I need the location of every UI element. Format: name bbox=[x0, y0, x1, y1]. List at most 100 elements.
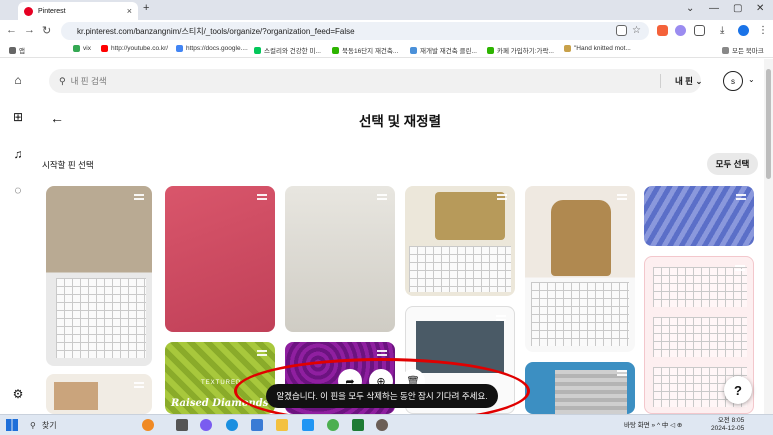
extension-icon[interactable] bbox=[657, 25, 668, 36]
drag-handle-icon[interactable] bbox=[617, 194, 627, 200]
drag-handle-icon[interactable] bbox=[496, 315, 506, 321]
browser-tab-strip: Pinterest × + ⌄ — ▢ ✕ bbox=[0, 0, 773, 20]
pattern-chart-image bbox=[653, 267, 747, 307]
pin-card[interactable] bbox=[165, 186, 275, 332]
bookmark-vix[interactable]: vix bbox=[73, 45, 91, 52]
pattern-chart-image bbox=[531, 282, 629, 346]
excel-icon[interactable] bbox=[352, 419, 364, 431]
bookmark-redevelop[interactable]: 북동16단지 재건축... bbox=[332, 45, 398, 55]
pin-card[interactable] bbox=[285, 186, 395, 332]
scrollbar-thumb[interactable] bbox=[766, 69, 771, 179]
pinterest-favicon-icon bbox=[24, 6, 33, 16]
windows-start-icon[interactable] bbox=[6, 419, 18, 431]
drag-handle-icon[interactable] bbox=[735, 265, 745, 271]
pattern-chart-image bbox=[56, 278, 146, 358]
pattern-chart-image bbox=[409, 246, 511, 292]
bookmark-apps[interactable]: 앱 bbox=[9, 45, 25, 55]
page-scrollbar[interactable] bbox=[764, 59, 773, 414]
chevron-down-icon[interactable]: ⌄ bbox=[748, 75, 755, 84]
chrome-icon[interactable] bbox=[327, 419, 339, 431]
bookmark-star-icon[interactable]: ☆ bbox=[632, 25, 643, 36]
help-button[interactable]: ? bbox=[724, 376, 752, 404]
url-text: kr.pinterest.com/banzangnim/스티치/_tools/o… bbox=[77, 26, 355, 36]
task-view-icon[interactable] bbox=[176, 419, 188, 431]
avatar[interactable]: s bbox=[723, 71, 743, 91]
pick-pins-label: 시작할 핀 선택 bbox=[42, 160, 94, 170]
drag-handle-icon[interactable] bbox=[617, 370, 627, 376]
pin-image bbox=[555, 370, 627, 414]
search-placeholder: 내 핀 검색 bbox=[70, 76, 107, 86]
back-nav-icon[interactable]: ← bbox=[6, 24, 17, 36]
taskbar-search[interactable]: ⚲ 찾기 bbox=[30, 418, 125, 432]
pin-card[interactable] bbox=[46, 186, 152, 366]
pin-card[interactable] bbox=[525, 186, 635, 352]
app-icon-2[interactable] bbox=[376, 419, 388, 431]
store-icon[interactable] bbox=[251, 419, 263, 431]
copilot-icon[interactable] bbox=[200, 419, 212, 431]
pin-image bbox=[551, 200, 611, 276]
tab-close-icon[interactable]: × bbox=[127, 6, 132, 16]
clock-date: 2024-12-05 bbox=[711, 425, 745, 432]
bookmark-cleanup[interactable]: 재개발 재건축 클린... bbox=[410, 45, 477, 55]
close-window-button[interactable]: ✕ bbox=[756, 3, 764, 14]
download-icon[interactable]: ⤓ bbox=[720, 25, 731, 36]
bookmark-health[interactable]: 스컬리와 건강한 미... bbox=[254, 45, 321, 55]
system-tray[interactable]: 바탕 화면 » ^ 中 ◁ ⊕ bbox=[624, 419, 682, 429]
maximize-button[interactable]: ▢ bbox=[733, 3, 742, 14]
extension-icon-2[interactable] bbox=[675, 25, 686, 36]
home-icon[interactable]: ⌂ bbox=[11, 73, 25, 87]
reload-icon[interactable]: ↻ bbox=[42, 24, 51, 37]
install-app-icon[interactable] bbox=[616, 25, 627, 36]
search-icon: ⚲ bbox=[59, 75, 66, 86]
notifications-bell-icon[interactable]: ♫ bbox=[11, 147, 25, 161]
address-bar[interactable]: kr.pinterest.com/banzangnim/스티치/_tools/o… bbox=[61, 22, 649, 40]
pin-card[interactable] bbox=[46, 374, 152, 414]
pin-card[interactable] bbox=[644, 186, 754, 246]
drag-handle-icon[interactable] bbox=[377, 350, 387, 356]
new-tab-button[interactable]: + bbox=[143, 2, 149, 14]
tab-search-icon[interactable]: ⌄ bbox=[686, 3, 694, 14]
drag-handle-icon[interactable] bbox=[134, 382, 144, 388]
edge-icon[interactable] bbox=[226, 419, 238, 431]
drag-handle-icon[interactable] bbox=[257, 350, 267, 356]
board-selector[interactable]: 내 핀 ⌄ bbox=[675, 75, 703, 87]
system-clock[interactable]: 오전 8:05 2024-12-05 bbox=[711, 417, 744, 433]
select-all-button[interactable]: 모두 선택 bbox=[707, 153, 758, 175]
bookmark-all-folder[interactable]: 모든 북마크 bbox=[722, 45, 764, 55]
forward-nav-icon[interactable]: → bbox=[24, 24, 35, 36]
create-icon[interactable]: ⊞ bbox=[11, 110, 25, 124]
drag-handle-icon[interactable] bbox=[257, 194, 267, 200]
bookmark-google-docs[interactable]: https://docs.google.... bbox=[176, 45, 248, 52]
bookmark-youtube[interactable]: http://youtube.co.kr/ bbox=[101, 45, 168, 52]
browser-menu-icon[interactable]: ⋮ bbox=[758, 25, 769, 36]
tab-pinterest[interactable]: Pinterest × bbox=[18, 2, 138, 20]
drag-handle-icon[interactable] bbox=[377, 194, 387, 200]
tree-app-icon[interactable] bbox=[142, 419, 154, 431]
pin-image bbox=[435, 192, 505, 240]
bookmark-cafe[interactable]: 카페 가입하기:가락... bbox=[487, 45, 554, 55]
left-navigation: ⌂ ⊞ ♫ ◌ ⚙ bbox=[0, 59, 36, 414]
drag-handle-icon[interactable] bbox=[497, 194, 507, 200]
windows-taskbar: ⚲ 찾기 바탕 화면 » ^ 中 ◁ ⊕ 오전 8:05 2024-12-05 bbox=[0, 414, 773, 435]
app-icon[interactable] bbox=[302, 419, 314, 431]
settings-gear-icon[interactable]: ⚙ bbox=[11, 387, 25, 401]
bookmarks-bar: 앱 vix http://youtube.co.kr/ https://docs… bbox=[0, 42, 773, 58]
tab-title: Pinterest bbox=[38, 7, 66, 15]
drag-handle-icon[interactable] bbox=[736, 194, 746, 200]
messages-icon[interactable]: ◌ bbox=[11, 183, 25, 197]
page-title: 선택 및 재정렬 bbox=[358, 114, 442, 129]
search-bar[interactable]: ⚲ 내 핀 검색 bbox=[49, 69, 701, 93]
search-icon: ⚲ bbox=[30, 420, 36, 430]
pattern-chart-image bbox=[653, 317, 747, 357]
back-button[interactable]: ← bbox=[50, 110, 64, 126]
clock-time: 오전 8:05 bbox=[717, 417, 745, 424]
drag-handle-icon[interactable] bbox=[134, 194, 144, 200]
minimize-button[interactable]: — bbox=[709, 3, 719, 14]
bookmark-hand-knitted[interactable]: "Hand knitted mot... bbox=[564, 45, 631, 52]
pin-card[interactable] bbox=[525, 362, 635, 414]
extensions-puzzle-icon[interactable] bbox=[694, 25, 705, 36]
file-explorer-icon[interactable] bbox=[276, 419, 288, 431]
pin-card[interactable] bbox=[405, 186, 515, 296]
profile-avatar-icon[interactable] bbox=[738, 25, 749, 36]
browser-toolbar: ← → ↻ kr.pinterest.com/banzangnim/스티치/_t… bbox=[0, 20, 773, 42]
